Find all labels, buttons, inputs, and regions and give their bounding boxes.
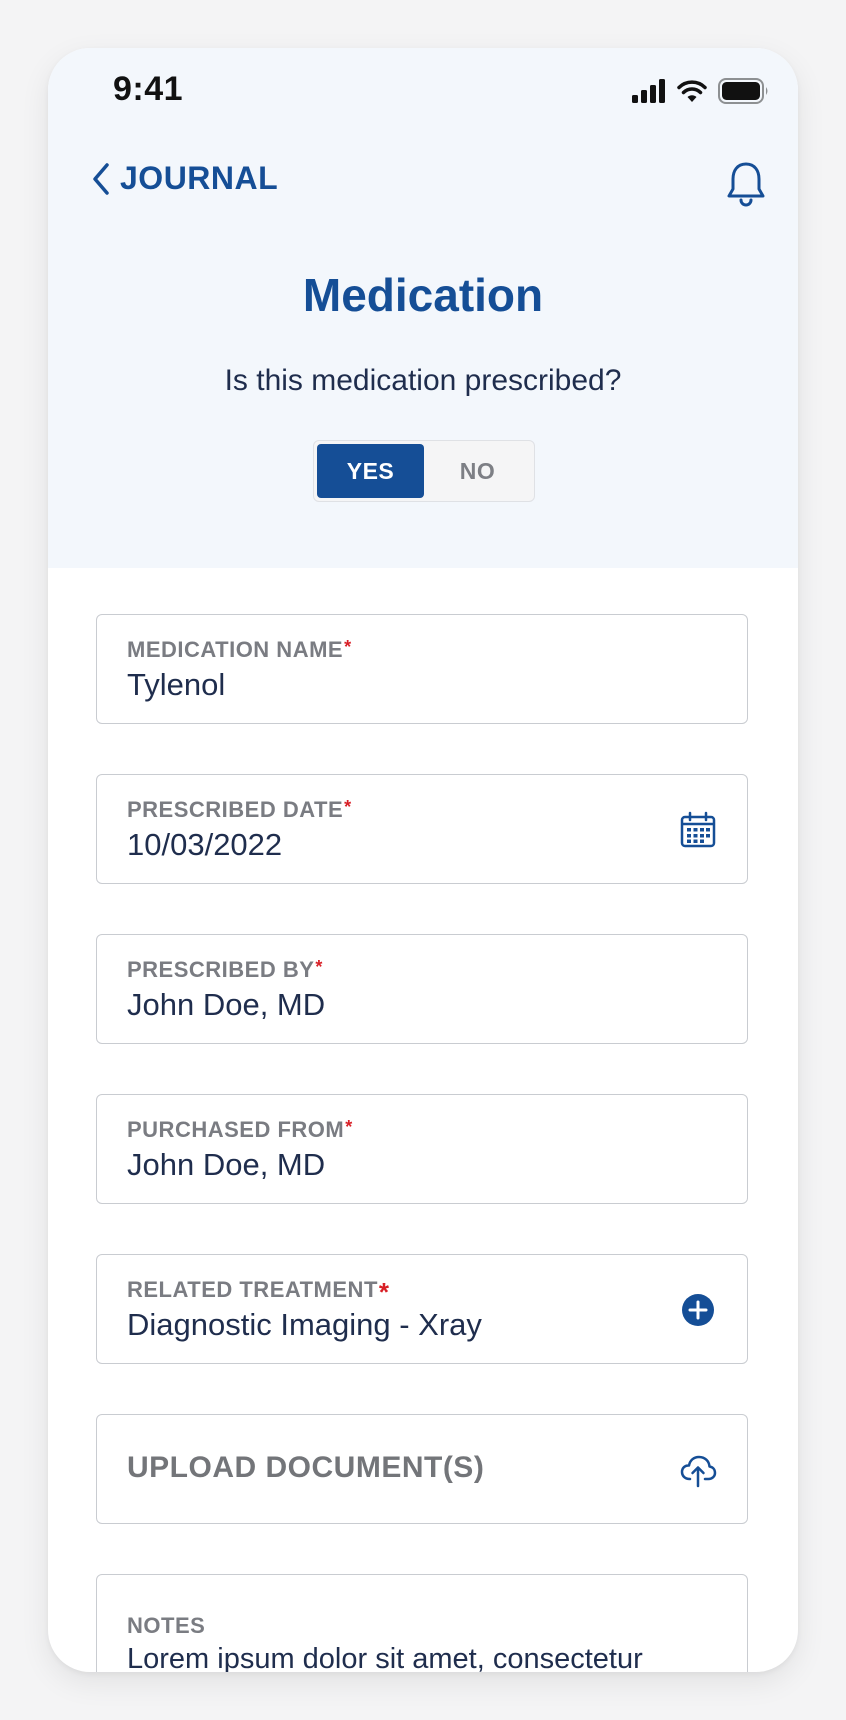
prescribed-date-label: PRESCRIBED DATE* — [127, 797, 352, 822]
calendar-icon[interactable] — [679, 811, 717, 849]
header-panel: 9:41 JOURNAL Medication Is this medicati… — [48, 48, 798, 568]
upload-documents-label: UPLOAD DOCUMENT(S) — [127, 1451, 485, 1484]
prescribed-by-field[interactable]: PRESCRIBED BY* John Doe, MD — [96, 934, 748, 1044]
required-marker: * — [378, 1277, 390, 1307]
wifi-icon — [677, 80, 707, 102]
purchased-from-field[interactable]: PURCHASED FROM* John Doe, MD — [96, 1094, 748, 1204]
required-marker: * — [345, 1117, 353, 1137]
required-marker: * — [344, 637, 352, 657]
purchased-from-value: John Doe, MD — [127, 1147, 326, 1182]
medication-name-label: MEDICATION NAME* — [127, 637, 352, 662]
medication-name-field[interactable]: MEDICATION NAME* Tylenol — [96, 614, 748, 724]
add-circle-icon[interactable] — [679, 1291, 717, 1329]
notifications-button[interactable] — [724, 160, 768, 208]
prescribed-toggle: YES NO — [313, 440, 535, 502]
prescribed-date-value: 10/03/2022 — [127, 827, 283, 862]
prescribed-date-field[interactable]: PRESCRIBED DATE* 10/03/2022 — [96, 774, 748, 884]
upload-documents-button[interactable]: UPLOAD DOCUMENT(S) — [96, 1414, 748, 1524]
bell-icon — [727, 162, 765, 207]
phone-screen: 9:41 JOURNAL Medication Is this medicati… — [48, 48, 798, 1672]
status-time: 9:41 — [113, 70, 184, 108]
toggle-yes-button[interactable]: YES — [317, 444, 424, 498]
chevron-left-icon — [93, 162, 109, 195]
medication-name-value: Tylenol — [127, 667, 226, 702]
back-to-journal-link[interactable]: JOURNAL — [90, 160, 278, 197]
cloud-upload-icon — [680, 1455, 717, 1488]
purchased-from-label: PURCHASED FROM* — [127, 1117, 353, 1142]
prescribed-by-value: John Doe, MD — [127, 987, 326, 1022]
notes-value: Lorem ipsum dolor sit amet, consectetur — [127, 1643, 643, 1672]
related-treatment-field[interactable]: RELATED TREATMENT* Diagnostic Imaging - … — [96, 1254, 748, 1364]
related-treatment-label: RELATED TREATMENT* — [127, 1277, 390, 1307]
notes-field[interactable]: NOTES Lorem ipsum dolor sit amet, consec… — [96, 1574, 748, 1672]
toggle-no-button[interactable]: NO — [424, 444, 531, 498]
back-link-label: JOURNAL — [120, 160, 279, 196]
battery-icon — [718, 78, 768, 104]
related-treatment-value: Diagnostic Imaging - Xray — [127, 1307, 482, 1342]
status-icons — [632, 78, 770, 104]
prescribed-question: Is this medication prescribed? — [224, 364, 622, 397]
cellular-signal-icon — [632, 79, 665, 103]
notes-label: NOTES — [127, 1613, 206, 1638]
prescribed-by-label: PRESCRIBED BY* — [127, 957, 323, 982]
page-title: Medication — [302, 269, 544, 321]
required-marker: * — [315, 957, 323, 977]
required-marker: * — [344, 797, 352, 817]
